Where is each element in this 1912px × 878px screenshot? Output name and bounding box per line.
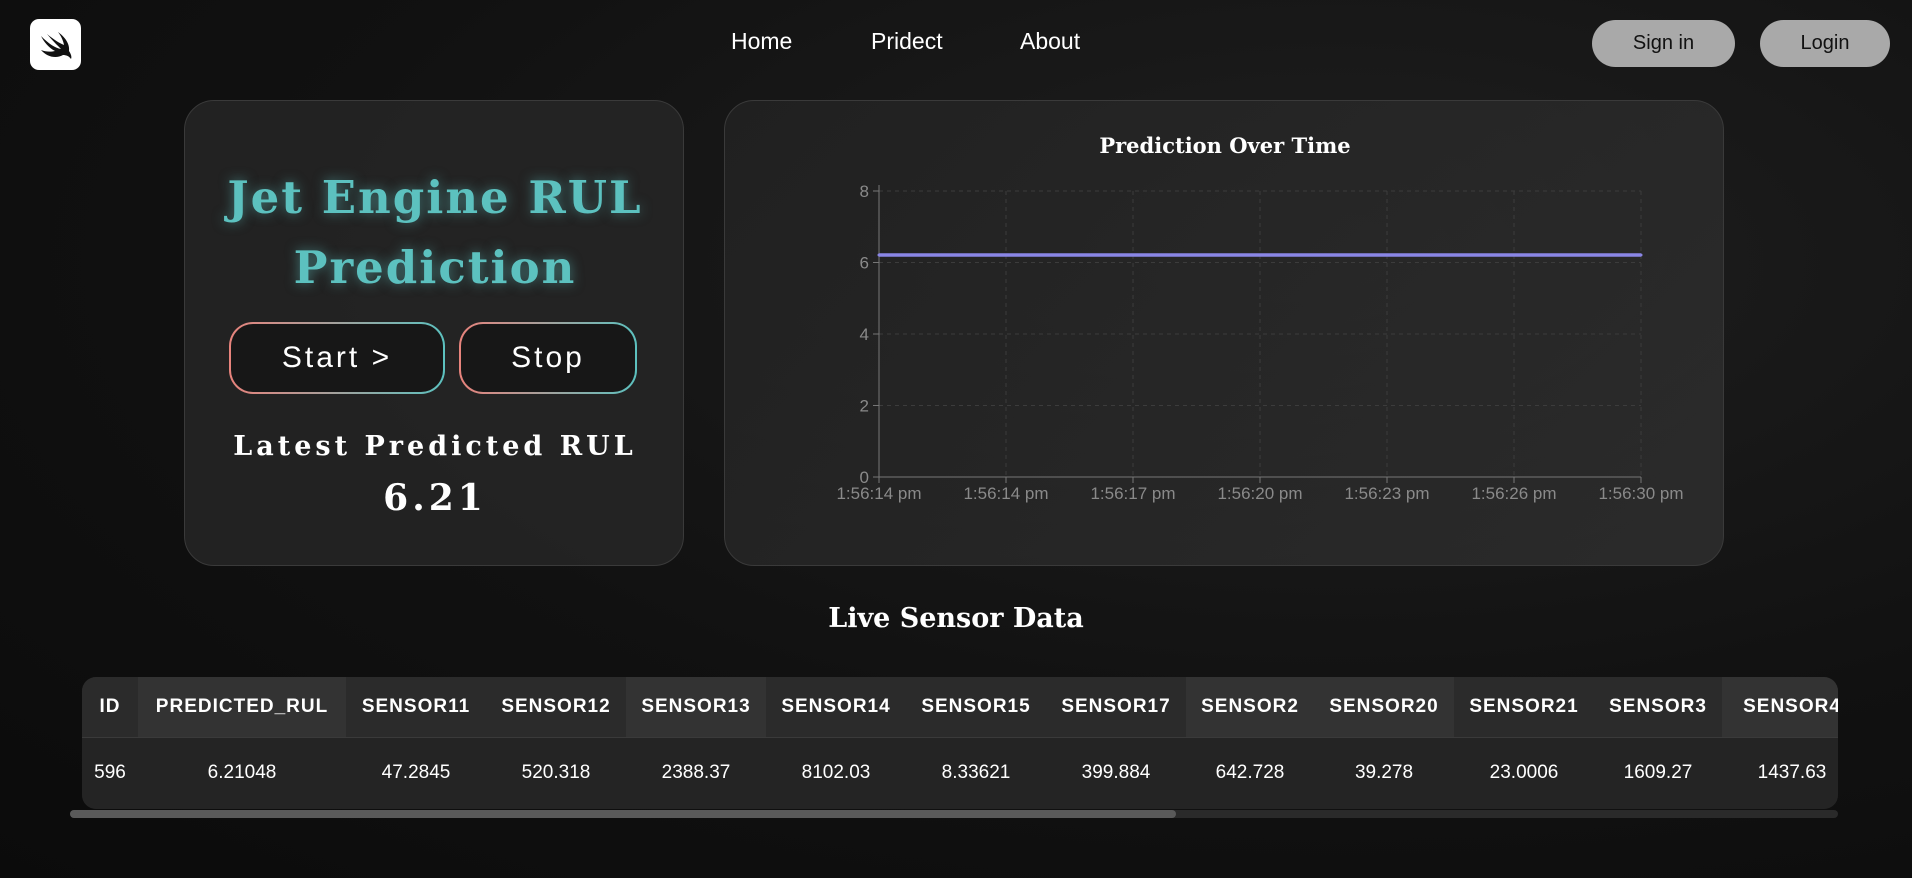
- table-cell: 520.318: [486, 737, 626, 809]
- title-line-2: Prediction: [293, 241, 577, 294]
- column-header-sensor17[interactable]: SENSOR17: [1046, 677, 1186, 738]
- logo[interactable]: [30, 19, 81, 70]
- column-header-sensor4[interactable]: SENSOR4: [1722, 677, 1838, 738]
- data-point: [877, 253, 881, 257]
- table-cell: 6.21048: [138, 737, 346, 809]
- chart-title: Prediction Over Time: [1099, 133, 1350, 158]
- x-tick-label: 1:56:26 pm: [1471, 484, 1556, 503]
- table-cell: 399.884: [1046, 737, 1186, 809]
- prediction-chart: Prediction Over Time024681:56:14 pm 1:56:…: [836, 133, 1683, 503]
- y-tick-label: 8: [860, 182, 869, 201]
- column-header-sensor12[interactable]: SENSOR12: [486, 677, 626, 738]
- stop-button[interactable]: Stop: [459, 322, 637, 394]
- data-point: [1639, 253, 1643, 257]
- table-cell: 39.278: [1314, 737, 1454, 809]
- data-point: [1258, 253, 1262, 257]
- x-tick-label: 1:56:17 pm: [1090, 484, 1175, 503]
- y-tick-label: 4: [860, 325, 869, 344]
- nav-predict[interactable]: Pridect: [871, 28, 1020, 55]
- main-nav: Home Pridect About: [731, 28, 1080, 55]
- x-tick-label: 1:56:20 pm: [1217, 484, 1302, 503]
- data-point: [1512, 253, 1516, 257]
- x-tick-label: 1:56:14 pm: [836, 484, 921, 503]
- page-title: Jet Engine RUL Prediction: [185, 163, 685, 303]
- table-cell: 23.0006: [1454, 737, 1594, 809]
- sensor-table: ID PREDICTED_RUL SENSOR11 SENSOR12 SENSOR13 S…: [82, 677, 1838, 809]
- data-point: [1385, 253, 1389, 257]
- data-point: [1131, 253, 1135, 257]
- swift-bird-icon: [40, 31, 71, 59]
- table-cell: 596: [82, 737, 138, 809]
- table-cell: 2388.37: [626, 737, 766, 809]
- horizontal-scrollbar[interactable]: [70, 810, 1838, 818]
- column-header-sensor3[interactable]: SENSOR3: [1594, 677, 1722, 738]
- column-header-sensor15[interactable]: SENSOR15: [906, 677, 1046, 738]
- nav-about[interactable]: About: [1020, 28, 1080, 55]
- nav-home[interactable]: Home: [731, 28, 871, 55]
- table-body: 596 6.21048 47.2845 520.318 2388.37 8102.03 8.…: [82, 737, 1838, 809]
- table-cell: 8102.03: [766, 737, 906, 809]
- column-header-sensor20[interactable]: SENSOR20: [1314, 677, 1454, 738]
- sensor-table-container[interactable]: ID PREDICTED_RUL SENSOR11 SENSOR12 SENSOR13 S…: [82, 677, 1838, 809]
- data-point: [1004, 253, 1008, 257]
- login-button[interactable]: Login: [1760, 20, 1890, 67]
- title-line-1: Jet Engine RUL: [227, 171, 643, 224]
- column-header-sensor11[interactable]: SENSOR11: [346, 677, 486, 738]
- table-cell: 642.728: [1186, 737, 1314, 809]
- x-tick-label: 1:56:30 pm: [1598, 484, 1683, 503]
- column-header-sensor13[interactable]: SENSOR13: [626, 677, 766, 738]
- sign-in-button[interactable]: Sign in: [1592, 20, 1735, 67]
- prediction-chart-card: Prediction Over Time 0 2 4 6 8 1:56:14 pm 1:56:…: [724, 100, 1724, 566]
- column-header-sensor21[interactable]: SENSOR21: [1454, 677, 1594, 738]
- y-tick-label: 6: [860, 254, 869, 273]
- latest-rul-value: 6.21: [383, 477, 487, 519]
- y-tick-label: 2: [860, 397, 869, 416]
- live-sensor-data-title: Live Sensor Data: [828, 603, 1084, 634]
- prediction-control-card: Jet Engine RUL Prediction Start > Stop L…: [184, 100, 684, 566]
- table-cell: 8.33621: [906, 737, 1046, 809]
- latest-rul-label: Latest Predicted RUL: [233, 431, 637, 462]
- table-cell: 47.2845: [346, 737, 486, 809]
- table-cell: 1609.27: [1594, 737, 1722, 809]
- column-header-sensor2[interactable]: SENSOR2: [1186, 677, 1314, 738]
- x-tick-label: 1:56:14 pm: [963, 484, 1048, 503]
- column-header-sensor14[interactable]: SENSOR14: [766, 677, 906, 738]
- column-header-id[interactable]: ID: [82, 677, 138, 738]
- start-button[interactable]: Start >: [229, 322, 445, 394]
- table-header-row: ID PREDICTED_RUL SENSOR11 SENSOR12 SENSOR13 S…: [82, 677, 1838, 738]
- x-tick-label: 1:56:23 pm: [1344, 484, 1429, 503]
- column-header-predicted_rul[interactable]: PREDICTED_RUL: [138, 677, 346, 738]
- table-cell: 1437.63: [1722, 737, 1838, 809]
- table-row: 596 6.21048 47.2845 520.318 2388.37 8102.03 8.…: [82, 737, 1838, 809]
- scrollbar-thumb[interactable]: [70, 810, 1176, 818]
